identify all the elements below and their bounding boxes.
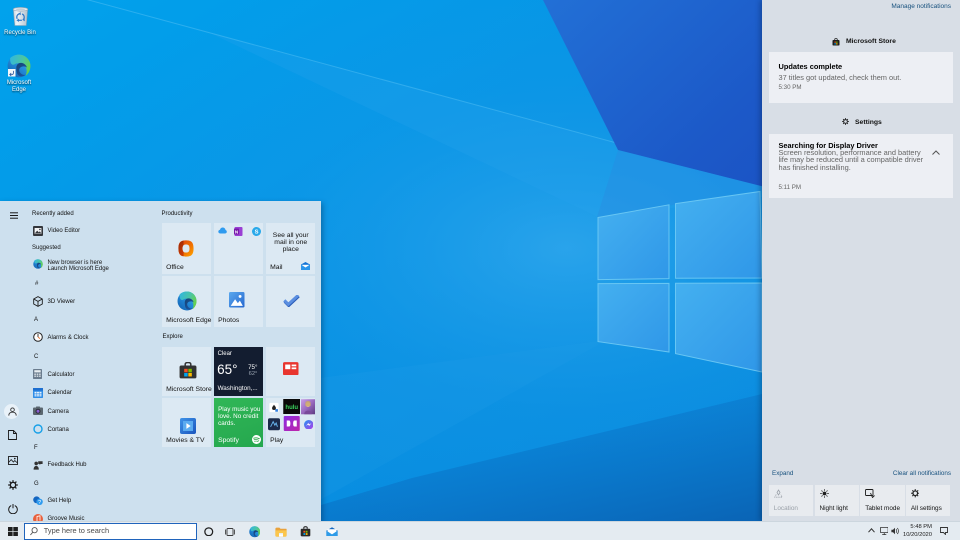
svg-text:S: S [254, 229, 258, 235]
svg-text:?: ? [38, 499, 41, 505]
svg-text:hulu: hulu [285, 405, 298, 411]
